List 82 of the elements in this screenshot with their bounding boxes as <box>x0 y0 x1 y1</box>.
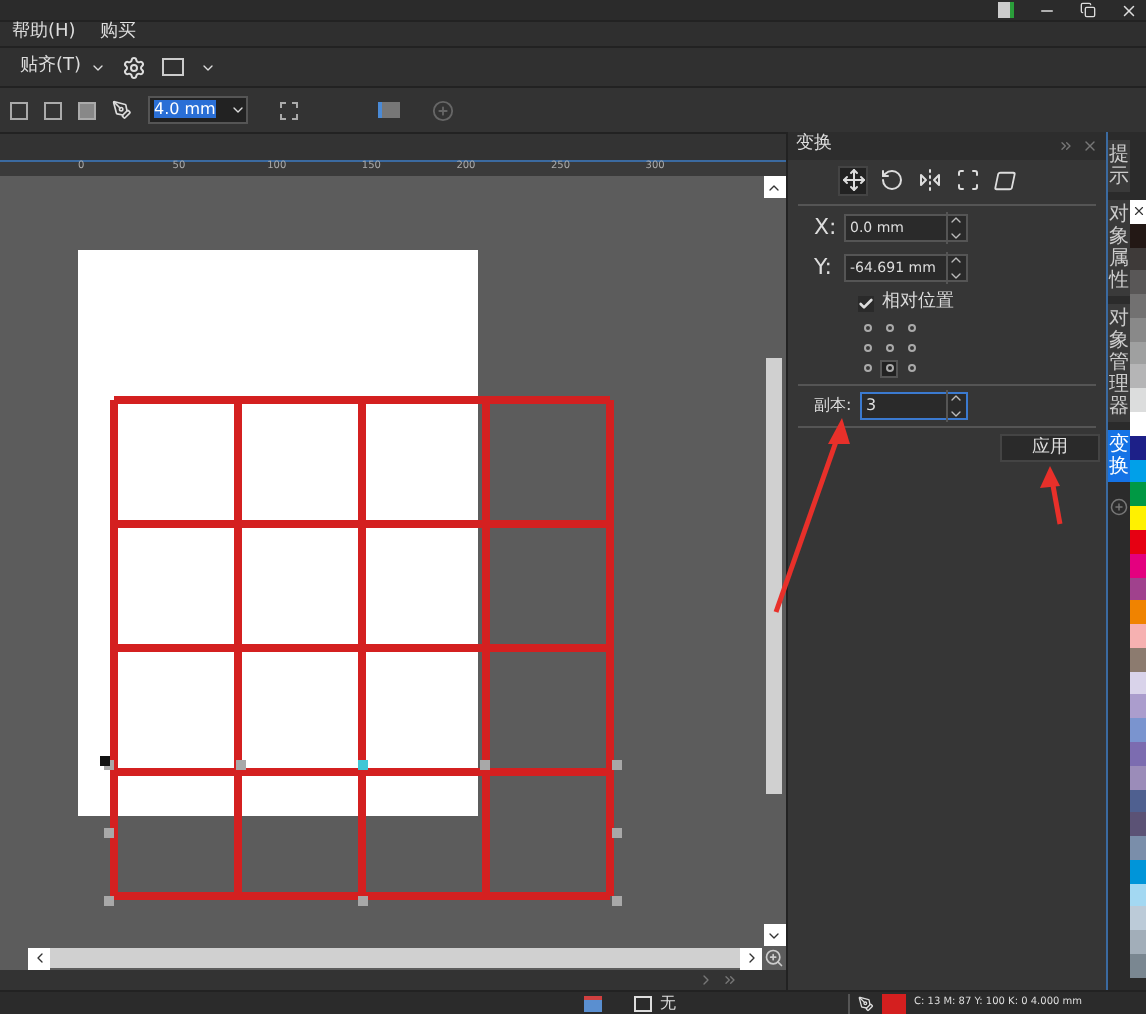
fill-status: 无 <box>660 991 676 1014</box>
annotation-arrow <box>1040 466 1063 525</box>
color-swatch[interactable] <box>1130 718 1146 742</box>
group-icon[interactable] <box>280 101 298 119</box>
weld-icon[interactable] <box>10 101 28 119</box>
mode-tab[interactable] <box>952 165 982 195</box>
color-swatch[interactable] <box>1130 247 1146 271</box>
color-swatch[interactable] <box>1130 906 1146 931</box>
copies-field[interactable]: 3 <box>860 391 968 419</box>
color-swatch[interactable] <box>1130 529 1146 554</box>
color-swatch[interactable] <box>1130 553 1146 577</box>
mode-tab[interactable] <box>914 165 944 195</box>
color-swatch[interactable] <box>1130 624 1146 648</box>
color-swatch[interactable] <box>1130 836 1146 860</box>
color-swatch[interactable] <box>1130 883 1146 907</box>
intersect-icon[interactable] <box>78 101 96 119</box>
checkbox[interactable] <box>858 295 874 312</box>
next-page-icon[interactable] <box>698 972 714 988</box>
color-swatch[interactable] <box>1130 765 1146 790</box>
color-swatch[interactable] <box>1130 223 1146 248</box>
side-tab[interactable]: 提示 <box>1107 140 1131 192</box>
selected-grid-drawing[interactable] <box>100 396 622 906</box>
color-swatch[interactable] <box>1130 812 1146 837</box>
zoom-icon[interactable] <box>764 948 784 968</box>
apply-button[interactable]: 应用 <box>1000 433 1100 461</box>
move-icon <box>841 168 865 192</box>
color-swatch[interactable] <box>1130 317 1146 342</box>
color-swatch[interactable] <box>1130 789 1146 813</box>
color-swatch[interactable] <box>1130 741 1146 766</box>
color-swatch[interactable] <box>1130 577 1146 601</box>
vertical-scrollbar[interactable] <box>762 176 786 946</box>
rotate-icon <box>879 168 903 192</box>
scroll-thumb[interactable] <box>50 948 740 968</box>
copies-label: 副本: <box>814 393 854 417</box>
last-page-icon[interactable] <box>722 972 738 988</box>
color-swatch[interactable] <box>1130 859 1146 884</box>
pen-icon <box>112 100 132 120</box>
color-swatch[interactable] <box>1130 930 1146 954</box>
fill-icon <box>584 995 602 1011</box>
color-swatch[interactable] <box>1130 364 1146 389</box>
outline-width-field[interactable]: 4.0 mm <box>148 96 248 124</box>
color-swatch[interactable] <box>1130 694 1146 719</box>
coordinate-label: X: <box>814 212 839 244</box>
pen-icon <box>858 995 874 1011</box>
menu-item[interactable]: 购买 <box>99 20 136 48</box>
color-swatch[interactable] <box>1130 341 1146 365</box>
expand-icon[interactable] <box>1058 138 1074 154</box>
snap-dropdown[interactable]: 贴齐(T) <box>12 53 106 81</box>
menu-item[interactable]: 帮助(H) <box>12 20 76 48</box>
side-tab[interactable]: 对象管理器 <box>1107 304 1131 422</box>
checkbox-label: 相对位置 <box>882 290 954 316</box>
anchor-point[interactable] <box>880 359 898 377</box>
color-swatch[interactable] <box>1130 435 1146 460</box>
mirror-icon <box>917 168 941 192</box>
trim-icon[interactable] <box>44 101 62 119</box>
coordinate-label: Y: <box>814 251 834 283</box>
settings-icon[interactable] <box>121 55 146 79</box>
add-icon[interactable] <box>1110 498 1128 516</box>
size-icon <box>955 168 979 192</box>
color-swatch[interactable] <box>1130 412 1146 436</box>
color-swatch[interactable] <box>1130 294 1146 318</box>
color-swatch[interactable] <box>1130 388 1146 413</box>
docker-title: 变换 <box>796 132 832 159</box>
mode-tab[interactable] <box>838 165 868 195</box>
color-swatch[interactable] <box>1130 506 1146 530</box>
color-swatch[interactable] <box>1130 482 1146 507</box>
caret-icon[interactable] <box>230 102 246 118</box>
color-swatch[interactable] <box>1130 270 1146 295</box>
mode-tab[interactable] <box>876 165 906 195</box>
color-swatch[interactable] <box>1130 954 1146 978</box>
window-layout-icon[interactable] <box>161 58 184 76</box>
color-swatch[interactable] <box>1130 671 1146 695</box>
side-tab[interactable]: 对象属性 <box>1107 200 1131 296</box>
color-swatch[interactable] <box>1130 600 1146 625</box>
side-tab[interactable]: 变换 <box>1107 430 1131 482</box>
restore-icon[interactable] <box>1080 2 1096 18</box>
skew-icon <box>991 169 1019 191</box>
outline-icon <box>634 995 652 1011</box>
color-swatch[interactable] <box>1130 459 1146 483</box>
no-color-swatch[interactable] <box>1130 200 1146 224</box>
scroll-thumb[interactable] <box>766 358 782 794</box>
color-swatch[interactable] <box>1130 647 1146 672</box>
